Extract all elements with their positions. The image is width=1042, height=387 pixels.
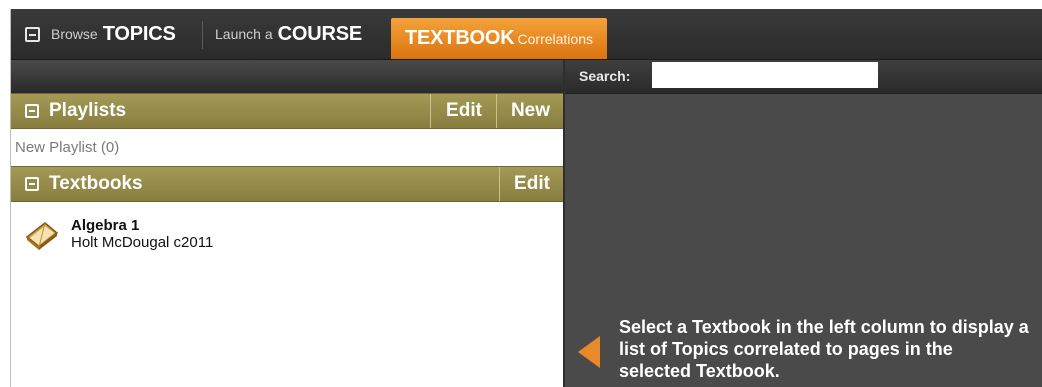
playlists-edit-button[interactable]: Edit: [430, 94, 497, 128]
nav-textbook-big: TEXTBOOK: [405, 27, 515, 49]
textbook-icon: [25, 222, 59, 250]
collapse-icon: [25, 177, 39, 191]
textbooks-edit-button[interactable]: Edit: [499, 167, 564, 201]
nav-launch-big: COURSE: [277, 22, 363, 45]
textbook-title: Algebra 1: [71, 217, 140, 234]
playlist-item[interactable]: New Playlist (0): [11, 129, 563, 165]
collapse-icon: [25, 26, 40, 42]
top-navigation: Browse TOPICS Launch a COURSE TEXTBOOK C…: [11, 9, 1042, 60]
playlists-new-button[interactable]: New: [496, 94, 564, 128]
nav-textbook-small: Correlations: [517, 30, 593, 47]
search-bar: Search:: [565, 60, 1042, 94]
search-label: Search:: [579, 68, 631, 84]
nav-launch-course[interactable]: Launch a COURSE: [215, 9, 362, 59]
playlists-title: Playlists: [49, 100, 127, 121]
nav-textbook-correlations[interactable]: TEXTBOOK Correlations: [391, 18, 607, 59]
textbooks-header: Textbooks Edit: [11, 166, 563, 202]
right-panel: Search: Select a Textbook in the left co…: [563, 60, 1042, 387]
textbooks-title: Textbooks: [49, 173, 143, 194]
app-frame: Browse TOPICS Launch a COURSE TEXTBOOK C…: [10, 9, 1042, 387]
pointer-arrow-icon: [578, 336, 600, 368]
nav-launch-small: Launch a: [215, 26, 273, 42]
left-header-strip: [11, 60, 563, 93]
nav-divider: [202, 21, 203, 49]
instruction-text: Select a Textbook in the left column to …: [619, 317, 1029, 381]
textbook-item[interactable]: Algebra 1 Holt McDougal c2011: [21, 217, 213, 252]
playlists-header: Playlists Edit New: [11, 93, 563, 129]
nav-browse-topics[interactable]: Browse TOPICS: [25, 9, 176, 59]
nav-browse-small: Browse: [51, 26, 98, 42]
left-column: Playlists Edit New New Playlist (0) Text…: [11, 93, 563, 387]
playlists-toggle[interactable]: Playlists: [25, 94, 126, 128]
collapse-icon: [25, 104, 39, 118]
textbooks-toggle[interactable]: Textbooks: [25, 167, 143, 201]
search-input[interactable]: [652, 62, 878, 88]
nav-browse-big: TOPICS: [102, 22, 176, 45]
textbook-publisher: Holt McDougal c2011: [71, 234, 214, 251]
